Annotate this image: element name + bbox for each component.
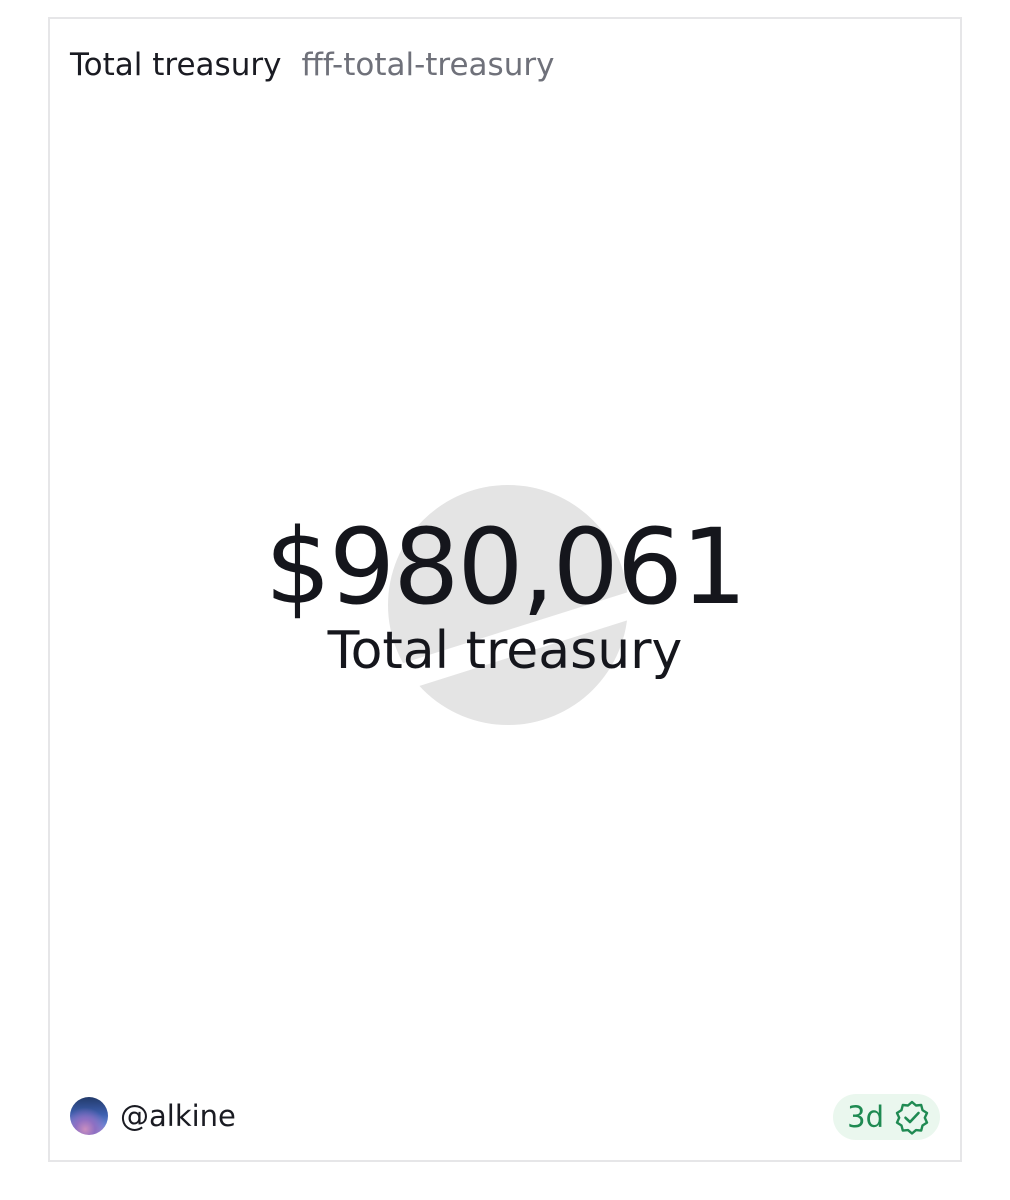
author[interactable]: @alkine: [70, 1096, 236, 1136]
age-badge[interactable]: 3d: [833, 1094, 940, 1140]
metric-label: Total treasury: [327, 621, 683, 681]
metric-card[interactable]: Total treasury fff-total-treasury $980,0…: [48, 17, 962, 1162]
metric-value: $980,061: [264, 506, 747, 628]
verified-check-icon: [895, 1100, 929, 1135]
card-title[interactable]: Total treasury: [70, 45, 281, 85]
card-header: Total treasury fff-total-treasury: [70, 45, 554, 85]
username[interactable]: @alkine: [120, 1097, 236, 1135]
metric-display: $980,061 Total treasury: [50, 507, 960, 685]
card-slug: fff-total-treasury: [301, 47, 555, 83]
avatar[interactable]: [70, 1097, 108, 1135]
age-text: 3d: [847, 1100, 884, 1134]
